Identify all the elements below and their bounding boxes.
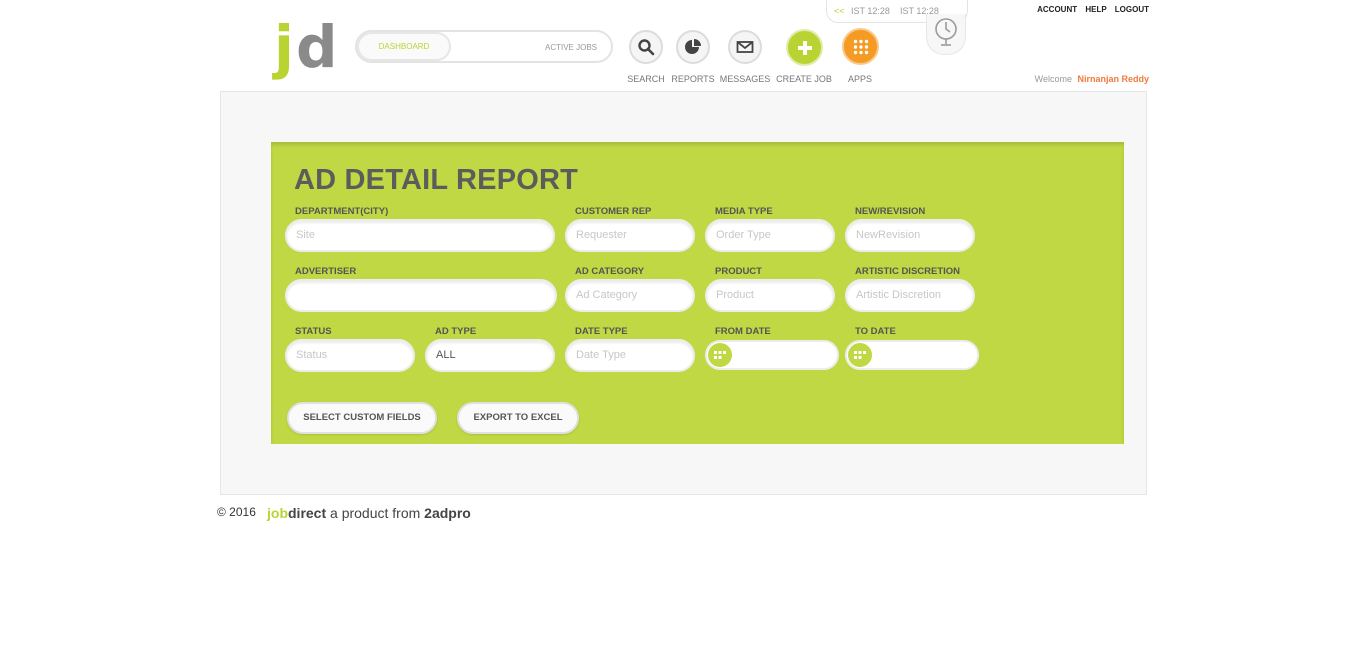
active-jobs-tab[interactable]: ACTIVE JOBS: [545, 43, 597, 52]
customer-rep-label: CUSTOMER REP: [575, 206, 652, 217]
envelope-icon: [736, 41, 754, 53]
from-date-field[interactable]: [705, 340, 839, 370]
product-label: PRODUCT: [715, 266, 762, 277]
calendar-dots-icon: [714, 351, 726, 359]
advertiser-label: ADVERTISER: [295, 266, 357, 277]
grid-icon: [853, 39, 868, 54]
pie-chart-icon: [685, 39, 701, 54]
messages-button[interactable]: [728, 30, 762, 64]
dashboard-toggle[interactable]: DASHBOARD ACTIVE JOBS: [355, 30, 613, 63]
calendar-icon[interactable]: [848, 343, 872, 367]
brand-direct: direct: [288, 505, 327, 521]
search-button[interactable]: [629, 30, 663, 64]
brand-line: jobdirect a product from 2adpro: [267, 505, 471, 521]
media-type-field[interactable]: Order Type: [705, 219, 835, 252]
time-primary: IST 12:28: [851, 6, 890, 16]
to-date-label: TO DATE: [855, 326, 896, 337]
logo-d: d: [296, 13, 338, 81]
jd-logo[interactable]: j d: [274, 13, 338, 81]
copyright: © 2016: [217, 505, 256, 519]
page-title: AD DETAIL REPORT: [294, 164, 579, 196]
brand-tagline: a product from: [326, 505, 425, 521]
select-custom-fields-button[interactable]: SELECT CUSTOM FIELDS: [287, 402, 437, 434]
ad-type-label: AD TYPE: [435, 326, 477, 337]
dashboard-tab[interactable]: DASHBOARD: [357, 32, 451, 61]
help-link[interactable]: HELP: [1085, 5, 1106, 14]
logout-link[interactable]: LOGOUT: [1115, 5, 1149, 14]
status-field[interactable]: Status: [285, 339, 415, 372]
ad-type-select[interactable]: ALL: [425, 339, 555, 372]
reports-button[interactable]: [676, 30, 710, 64]
brand-job: job: [267, 505, 288, 521]
date-type-label: DATE TYPE: [575, 326, 628, 337]
apps-label[interactable]: APPS: [825, 74, 895, 84]
main-content: AD DETAIL REPORT DEPARTMENT(CITY) Site C…: [220, 91, 1147, 495]
plus-icon: [797, 40, 812, 55]
account-link[interactable]: ACCOUNT: [1037, 5, 1077, 14]
user-name[interactable]: Nirnanjan Reddy: [1077, 74, 1149, 84]
from-date-label: FROM DATE: [715, 326, 771, 337]
department-label: DEPARTMENT(CITY): [295, 206, 389, 217]
footer: © 2016 jobdirect a product from 2adpro: [217, 505, 471, 521]
artistic-discretion-field[interactable]: Artistic Discretion: [845, 279, 975, 312]
new-revision-label: NEW/REVISION: [855, 206, 926, 217]
ad-detail-report-panel: AD DETAIL REPORT DEPARTMENT(CITY) Site C…: [271, 142, 1124, 444]
export-to-excel-button[interactable]: EXPORT TO EXCEL: [457, 402, 579, 434]
welcome-message: Welcome Nirnanjan Reddy: [1035, 74, 1149, 84]
world-clock-button[interactable]: [926, 14, 966, 55]
status-label: STATUS: [295, 326, 332, 337]
ad-category-field[interactable]: Ad Category: [565, 279, 695, 312]
calendar-dots-icon: [854, 351, 866, 359]
customer-rep-field[interactable]: Requester: [565, 219, 695, 252]
apps-button[interactable]: [842, 28, 879, 65]
welcome-label: Welcome: [1034, 74, 1072, 84]
media-type-label: MEDIA TYPE: [715, 206, 773, 217]
calendar-icon[interactable]: [708, 343, 732, 367]
department-field[interactable]: Site: [285, 219, 555, 252]
create-job-button[interactable]: [786, 29, 823, 66]
ad-category-label: AD CATEGORY: [575, 266, 645, 277]
to-date-field[interactable]: [845, 340, 979, 370]
collapse-arrows[interactable]: <<: [834, 6, 845, 16]
search-icon: [638, 39, 655, 56]
artistic-discretion-label: ARTISTIC DISCRETION: [855, 266, 961, 277]
globe-clock-icon: [935, 18, 957, 46]
new-revision-field[interactable]: NewRevision: [845, 219, 975, 252]
logo-j: j: [274, 13, 294, 81]
product-field[interactable]: Product: [705, 279, 835, 312]
date-type-field[interactable]: Date Type: [565, 339, 695, 372]
top-links: ACCOUNT HELP LOGOUT: [1031, 5, 1149, 14]
brand-2adpro: 2adpro: [424, 505, 471, 521]
advertiser-field[interactable]: [285, 279, 557, 312]
